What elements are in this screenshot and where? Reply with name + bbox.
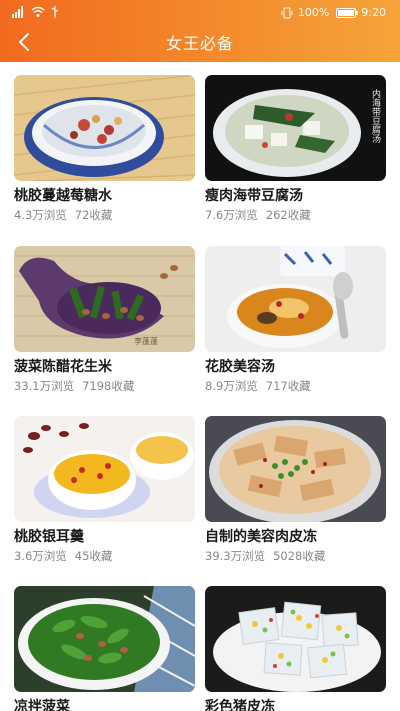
recipe-thumbnail [205, 416, 386, 522]
recipe-thumbnail [205, 246, 386, 352]
recipe-views: 8.9万浏览 [205, 379, 258, 393]
recipe-card[interactable]: 桃胶银耳羹 3.6万浏览 45收藏 [14, 416, 195, 563]
recipe-favorites: 262收藏 [265, 208, 311, 222]
recipe-title: 桃胶银耳羹 [14, 529, 84, 545]
recipe-title: 彩色猪皮冻 [205, 699, 275, 711]
page-title: 女王必备 [165, 34, 234, 53]
recipe-card[interactable]: 花胶美容汤 8.9万浏览 717收藏 [205, 246, 386, 393]
recipe-views: 39.3万浏览 [205, 549, 266, 563]
recipe-title: 菠菜陈醋花生米 [14, 359, 112, 375]
usb-icon [50, 6, 62, 18]
recipe-thumbnail [205, 586, 386, 692]
recipe-favorites: 5028收藏 [273, 549, 326, 563]
recipe-card[interactable]: 桃胶蔓越莓糖水 4.3万浏览 72收藏 [14, 75, 195, 222]
recipe-card[interactable]: 凉拌菠菜 [14, 586, 195, 711]
recipe-title: 花胶美容汤 [205, 359, 275, 375]
recipe-card[interactable]: 彩色猪皮冻 [205, 586, 386, 711]
vibrate-icon [281, 7, 293, 19]
recipe-favorites: 72收藏 [74, 208, 113, 222]
recipe-title: 瘦肉海带豆腐汤 [205, 188, 303, 204]
recipe-views: 3.6万浏览 [14, 549, 67, 563]
recipe-card[interactable]: 自制的美容肉皮冻 39.3万浏览 5028收藏 [205, 416, 386, 563]
recipe-title: 自制的美容肉皮冻 [205, 529, 317, 545]
recipe-thumbnail [14, 586, 195, 692]
recipe-thumbnail: 李蓬蓬 [14, 246, 195, 352]
recipe-title: 桃胶蔓越莓糖水 [14, 188, 112, 204]
status-time: 9:20 [361, 6, 386, 19]
recipe-thumbnail [14, 75, 195, 181]
battery-percent: 100% [297, 6, 330, 19]
recipe-grid: 桃胶蔓越莓糖水 4.3万浏览 72收藏 内海带豆腐汤 瘦肉海带豆腐汤 7.6万浏… [0, 62, 400, 711]
recipe-card[interactable]: 李蓬蓬 菠菜陈醋花生米 33.1万浏览 7198收藏 [14, 246, 195, 393]
thumb-watermark: 内海带豆腐汤 [370, 88, 381, 144]
page-header: 女王必备 [0, 26, 400, 62]
recipe-thumbnail [14, 416, 195, 522]
recipe-views: 7.6万浏览 [205, 208, 258, 222]
status-bar: 100% 9:20 [0, 0, 400, 26]
recipe-title: 凉拌菠菜 [14, 699, 70, 711]
recipe-views: 33.1万浏览 [14, 379, 75, 393]
recipe-favorites: 717收藏 [265, 379, 311, 393]
recipe-card[interactable]: 内海带豆腐汤 瘦肉海带豆腐汤 7.6万浏览 262收藏 [205, 75, 386, 222]
wifi-icon [31, 6, 45, 18]
signal-icon [12, 6, 24, 18]
recipe-thumbnail: 内海带豆腐汤 [205, 75, 386, 181]
app-top-bar: 100% 9:20 女王必备 [0, 0, 400, 62]
battery-icon [336, 7, 359, 18]
recipe-favorites: 7198收藏 [82, 379, 135, 393]
recipe-views: 4.3万浏览 [14, 208, 67, 222]
thumb-watermark: 李蓬蓬 [134, 336, 158, 346]
recipe-favorites: 45收藏 [74, 549, 113, 563]
